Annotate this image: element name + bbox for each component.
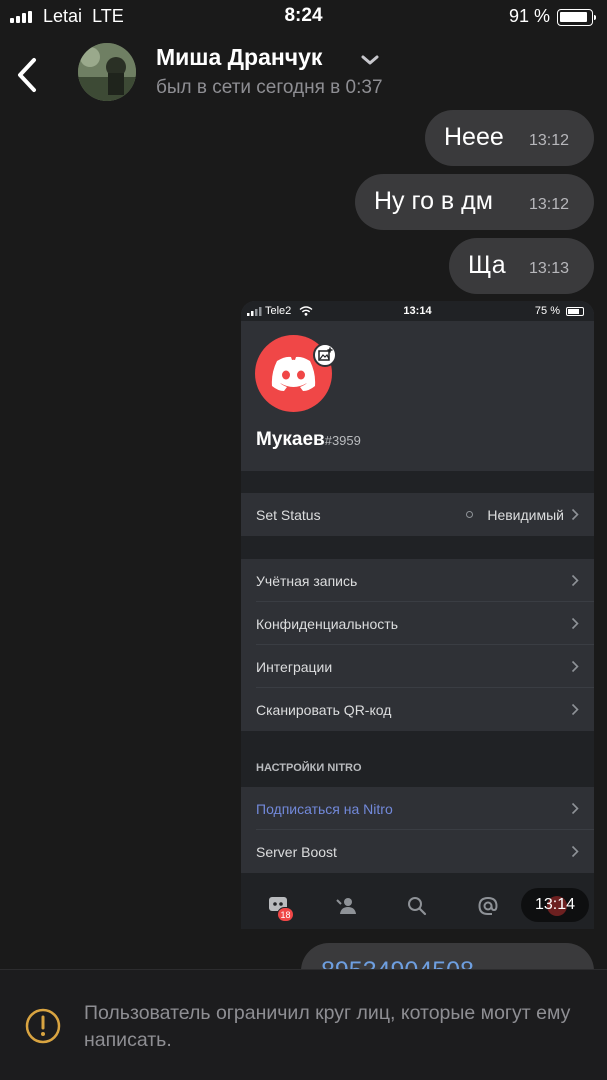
nitro-section	[241, 731, 594, 787]
message-time: 13:12	[529, 196, 570, 213]
chevron-down-icon[interactable]	[359, 52, 381, 68]
chevron-right-icon	[571, 508, 579, 521]
menu-item-label: Server Boost	[256, 844, 337, 860]
screenshot-status-bar: Tele2 13:14 75 %	[241, 301, 594, 321]
edit-avatar-icon[interactable]	[313, 343, 337, 367]
battery-icon	[557, 9, 596, 26]
menu-item-integrations[interactable]: Интеграции	[241, 645, 594, 688]
menu-item-label: Подписаться на Nitro	[256, 801, 393, 817]
profile-header: Мукаев#3959	[241, 321, 594, 471]
chevron-right-icon	[571, 703, 579, 716]
chevron-right-icon	[571, 574, 579, 587]
message-bubble[interactable]: Ну го в дм 13:12	[355, 174, 594, 230]
back-arrow-icon[interactable]	[14, 56, 44, 94]
set-status-label: Set Status	[256, 507, 321, 523]
message-text: Ну го в дм	[374, 187, 493, 215]
tab-search[interactable]	[405, 895, 429, 917]
menu-item-label: Сканировать QR-код	[256, 702, 392, 718]
image-message[interactable]: Tele2 13:14 75 % Мукаев#3959 Set Status …	[241, 301, 594, 929]
divider	[241, 873, 594, 883]
menu-item-subscribe-nitro[interactable]: Подписаться на Nitro	[241, 787, 594, 830]
restriction-message: Пользователь ограничил круг лиц, которые…	[84, 1002, 571, 1051]
chevron-right-icon	[571, 845, 579, 858]
tab-mentions[interactable]	[476, 895, 500, 917]
warning-icon	[25, 1008, 61, 1044]
unread-badge: 18	[277, 907, 294, 922]
chevron-right-icon	[571, 802, 579, 815]
message-time: 13:12	[529, 132, 570, 149]
message-bubble[interactable]: Неее 13:12	[425, 110, 594, 166]
message-bubble[interactable]: Ща 13:13	[449, 238, 594, 294]
message-text: Неее	[444, 123, 504, 151]
menu-item-account[interactable]: Учётная запись	[241, 559, 594, 602]
menu-item-scan-qr[interactable]: Сканировать QR-код	[241, 688, 594, 731]
last-seen-status: был в сети сегодня в 0:37	[156, 77, 383, 98]
invisible-status-icon	[466, 511, 473, 518]
message-time: 13:13	[529, 260, 570, 277]
contact-name[interactable]: Миша Дранчук	[156, 44, 322, 71]
user-tag: #3959	[324, 433, 361, 448]
divider	[241, 471, 594, 493]
menu-item-label: Интеграции	[256, 659, 333, 675]
status-bar: Letai LTE 8:24 91 %	[0, 0, 607, 34]
menu-item-privacy[interactable]: Конфиденциальность	[241, 602, 594, 645]
restriction-banner: Пользователь ограничил круг лиц, которые…	[0, 969, 607, 1080]
divider	[241, 536, 594, 559]
message-text: Ща	[468, 251, 506, 279]
image-timestamp: 13:14	[521, 888, 589, 922]
status-value: Невидимый	[487, 507, 564, 523]
menu-item-label: Конфиденциальность	[256, 616, 399, 632]
screenshot-battery-percent: 75 %	[534, 305, 560, 317]
chevron-right-icon	[571, 617, 579, 630]
avatar[interactable]	[78, 43, 136, 101]
menu-item-label: Учётная запись	[256, 573, 358, 589]
tab-friends[interactable]	[335, 895, 359, 917]
battery-icon	[566, 307, 584, 316]
section-title-nitro: НАСТРОЙКИ NITRO	[256, 762, 362, 774]
username: Мукаев	[256, 429, 325, 450]
menu-item-server-boost[interactable]: Server Boost	[241, 830, 594, 873]
set-status-row[interactable]: Set Status Невидимый	[241, 493, 594, 536]
chevron-right-icon	[571, 660, 579, 673]
battery-percent: 91 %	[508, 6, 550, 26]
